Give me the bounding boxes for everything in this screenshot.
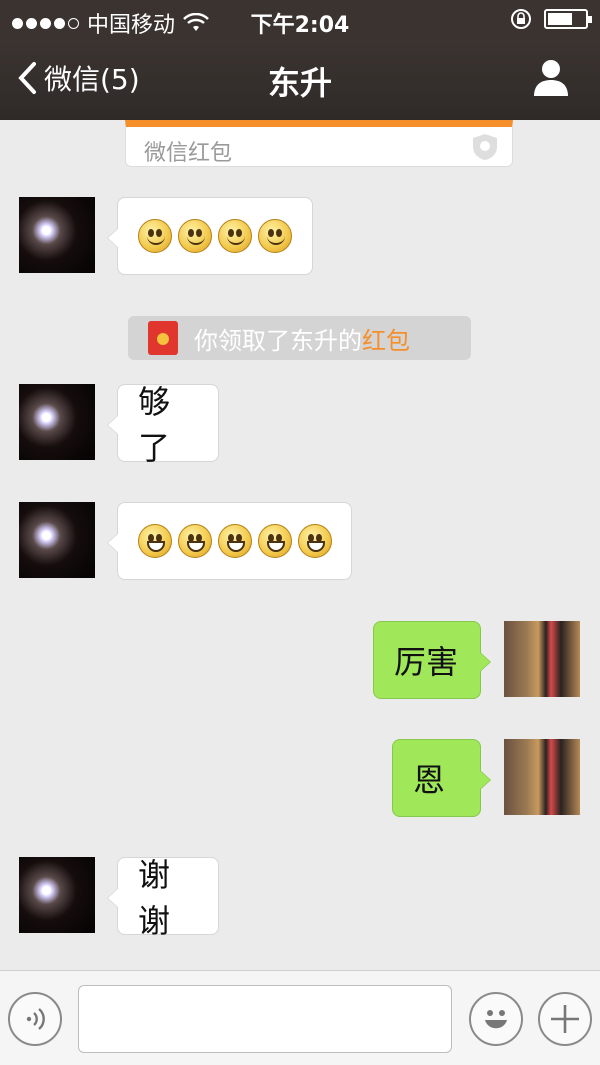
status-right [510, 8, 592, 30]
my-avatar[interactable] [504, 739, 580, 815]
rotation-lock-icon [511, 9, 531, 29]
emoji-row [138, 219, 292, 253]
status-bar: 中国移动 下午2:04 [0, 0, 600, 40]
emoji-icon [485, 1010, 507, 1029]
emoji-button[interactable] [469, 992, 523, 1046]
message-bubble-emoji[interactable] [107, 502, 352, 580]
grin-emoji-icon [218, 524, 252, 558]
red-packet-label: 微信红包 [144, 141, 233, 166]
grin-emoji-icon [298, 524, 332, 558]
my-avatar[interactable] [504, 621, 580, 697]
battery-icon [544, 9, 592, 29]
emoji-row [138, 524, 332, 558]
message-bubble-emoji[interactable] [107, 197, 313, 275]
contact-avatar[interactable] [19, 502, 95, 578]
smile-emoji-icon [258, 219, 292, 253]
nav-bar: 微信(5) 东升 [0, 40, 600, 120]
my-message-bubble[interactable]: 厉害 [373, 621, 491, 699]
notice-text: 你领取了东升的 [194, 326, 362, 355]
message-text: 厉害 [394, 643, 459, 681]
grin-emoji-icon [178, 524, 212, 558]
notice-red-packet-link[interactable]: 红包 [362, 327, 410, 355]
my-message-bubble[interactable]: 恩 [392, 739, 491, 817]
smile-emoji-icon [178, 219, 212, 253]
voice-icon [26, 1008, 45, 1030]
plus-icon [551, 1005, 579, 1033]
grin-emoji-icon [258, 524, 292, 558]
voice-button[interactable] [8, 992, 62, 1046]
message-bubble-text[interactable]: 够了 [107, 383, 219, 467]
contact-avatar[interactable] [19, 384, 95, 460]
input-bar [0, 970, 600, 1065]
shield-icon [473, 134, 497, 160]
contact-avatar[interactable] [19, 857, 95, 933]
smile-emoji-icon [138, 219, 172, 253]
plus-button[interactable] [538, 992, 592, 1046]
message-bubble-text[interactable]: 谢谢 [107, 856, 219, 940]
message-input[interactable] [78, 985, 452, 1053]
chat-title: 东升 [267, 64, 332, 102]
smile-emoji-icon [218, 219, 252, 253]
red-packet-icon [148, 321, 178, 355]
message-text: 够了 [138, 383, 171, 467]
message-text: 恩 [413, 761, 446, 799]
message-text: 谢谢 [138, 856, 171, 940]
contact-avatar[interactable] [19, 197, 95, 273]
system-notice: 你领取了东升的红包 [128, 316, 471, 360]
grin-emoji-icon [138, 524, 172, 558]
profile-icon[interactable] [532, 58, 570, 98]
red-packet-card[interactable]: 微信红包 [125, 120, 513, 167]
